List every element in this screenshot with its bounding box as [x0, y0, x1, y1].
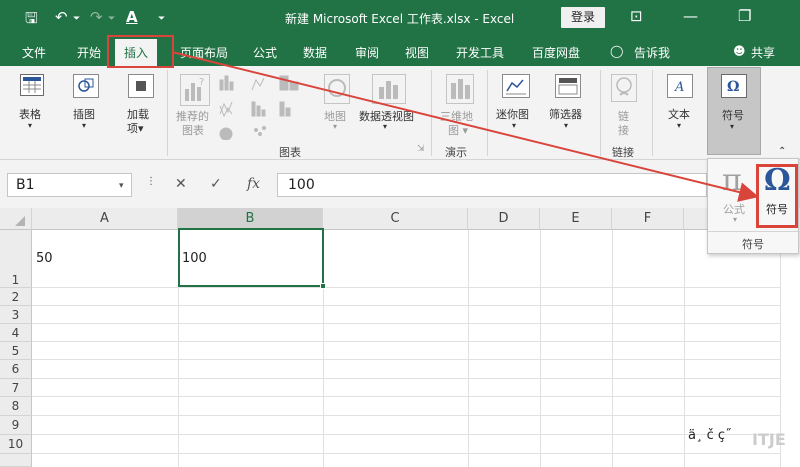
watermark-text: ä¸ č ç˝ — [688, 428, 732, 443]
annotation-arrow — [171, 51, 759, 202]
watermark-logo: ITJE — [752, 430, 786, 449]
